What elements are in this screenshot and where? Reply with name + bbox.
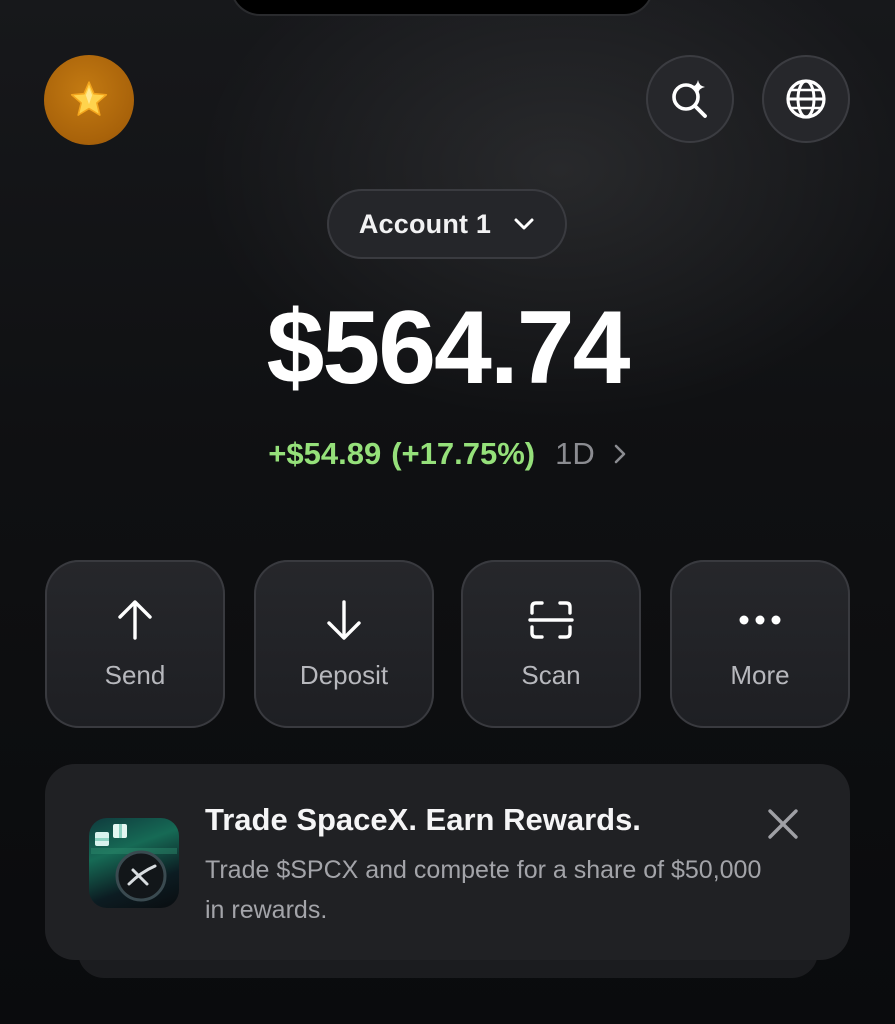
scan-icon — [528, 601, 574, 639]
more-label: More — [730, 660, 790, 690]
close-banner-button[interactable] — [763, 804, 803, 844]
change-amount: +$54.89 — [268, 436, 382, 471]
promo-banner[interactable]: Trade SpaceX. Earn Rewards. Trade $SPCX … — [45, 764, 850, 960]
promo-title: Trade SpaceX. Earn Rewards. — [205, 802, 641, 837]
close-icon — [768, 809, 798, 839]
promo-description: Trade $SPCX and compete for a share of $… — [205, 856, 762, 924]
total-balance: $564.74 — [266, 290, 631, 406]
globe-icon — [786, 79, 826, 119]
account-name: Account 1 — [358, 208, 492, 239]
sparkle-search-icon — [672, 80, 707, 118]
send-button[interactable]: Send — [45, 560, 225, 728]
account-selector[interactable]: Account 1 — [327, 189, 567, 259]
chevron-down-icon — [514, 218, 534, 230]
deposit-button[interactable]: Deposit — [254, 560, 434, 728]
change-percent: (+17.75%) — [391, 436, 536, 471]
send-label: Send — [104, 660, 166, 690]
change-period: 1D — [555, 436, 595, 471]
more-dots-icon — [739, 615, 781, 625]
promo-image — [89, 818, 179, 908]
arrow-down-icon — [327, 600, 361, 640]
network-globe-button[interactable] — [762, 55, 850, 143]
wallet-home-screen: Account 1 $564.74 +$54.89 (+17.75%) 1D S… — [0, 0, 895, 1024]
balance-change-row[interactable]: +$54.89 (+17.75%) 1D — [0, 432, 895, 476]
arrow-up-icon — [118, 600, 152, 640]
spacex-promo-icon — [91, 824, 177, 902]
device-notch — [232, 0, 652, 14]
more-button[interactable]: More — [670, 560, 850, 728]
scan-label: Scan — [521, 660, 581, 690]
star-icon — [70, 81, 108, 116]
ai-search-button[interactable] — [646, 55, 734, 143]
profile-avatar-button[interactable] — [44, 55, 134, 145]
deposit-label: Deposit — [299, 660, 389, 690]
chevron-right-icon — [613, 443, 627, 465]
scan-button[interactable]: Scan — [461, 560, 641, 728]
